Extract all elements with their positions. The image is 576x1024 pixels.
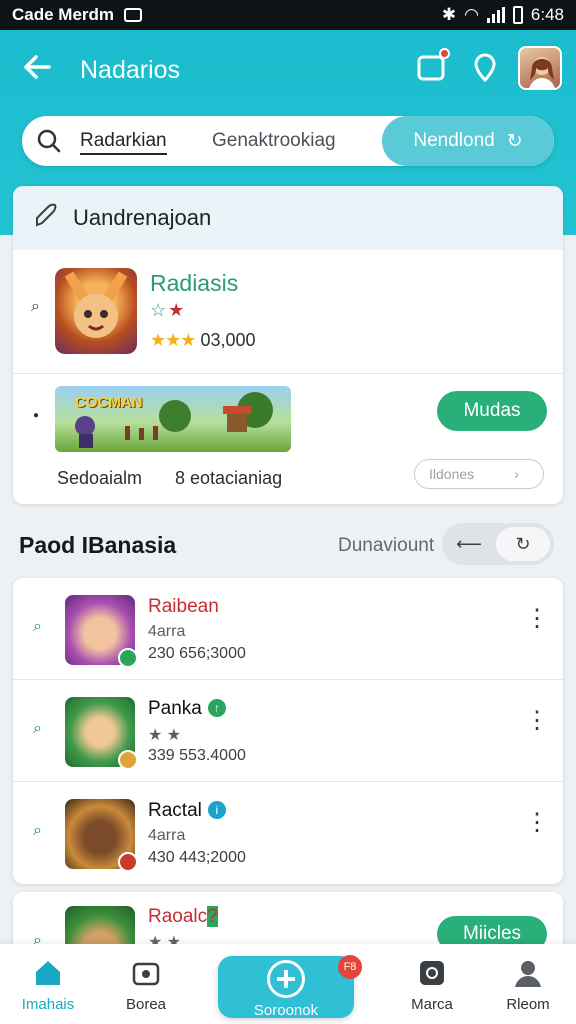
signal-icon	[486, 7, 505, 23]
nav-home-label: Imahais	[21, 996, 75, 1013]
status-badge	[118, 750, 138, 770]
carrier-name: Cade Merdm	[12, 5, 115, 24]
search-button[interactable]: Nendlond ↻	[382, 116, 554, 166]
store-icon	[131, 958, 161, 988]
center-action-badge: F8	[338, 955, 362, 979]
pin-icon: ⌕	[33, 618, 42, 635]
notification-icon	[124, 8, 143, 22]
app-name: Panka ↑	[148, 698, 226, 720]
media-icon	[417, 958, 447, 988]
app-name: Ractal i	[148, 800, 226, 822]
center-action-button[interactable]: Soroonok	[218, 956, 354, 1019]
center-action-label: Soroonok	[253, 1002, 319, 1019]
search-button-label: Nendlond	[413, 130, 495, 151]
nav-store-label: Borea	[125, 996, 167, 1013]
featured-app-name: Radiasis	[150, 270, 239, 296]
plus-icon	[267, 960, 305, 998]
location-pin-icon[interactable]	[468, 50, 502, 84]
rating-row: ★★★ 03,000	[150, 330, 256, 351]
profile-icon	[513, 958, 543, 988]
featured-card: Uandrenajoan ⌕ Radiasis ☆★ ★★★ 03,000 ● …	[13, 186, 563, 504]
featured-header: Uandrenajoan	[13, 186, 563, 250]
nav-store[interactable]: Borea	[98, 958, 194, 1013]
featured-banner[interactable]: COCMAN	[55, 386, 291, 452]
up-arrow-icon: ↑	[207, 699, 226, 717]
featured-app[interactable]: ⌕ Radiasis ☆★ ★★★ 03,000	[13, 250, 563, 374]
featured-footer-left: Sedoaialm	[57, 468, 143, 488]
app-subtitle: 4arra	[148, 827, 186, 844]
search-input[interactable]: Radarkian	[80, 130, 167, 155]
more-icon[interactable]: ⋮	[525, 709, 549, 733]
pin-icon: ⌕	[33, 720, 42, 737]
featured-small-button[interactable]: Ildones ›	[414, 459, 544, 489]
app-subtitle: ★ ★	[148, 727, 182, 744]
app-name: Raoalc?	[148, 906, 218, 927]
bullet-icon: ●	[33, 410, 40, 421]
section-title: Paod IBanasia	[19, 532, 177, 558]
status-icons: ✱ ◠ 6:48	[442, 5, 564, 25]
notification-icon[interactable]	[414, 48, 450, 84]
nav-media-label: Marca	[411, 996, 453, 1013]
question-icon: ?	[207, 906, 218, 927]
refresh-icon[interactable]: ↻	[496, 527, 550, 561]
refresh-icon: ↻	[506, 130, 523, 152]
app-meta: 339 553.4000	[148, 747, 246, 764]
nav-profile[interactable]: Rleom	[480, 958, 576, 1013]
notification-badge	[439, 48, 450, 59]
view-toggle[interactable]: ⟵ ↻	[442, 523, 554, 565]
featured-title: Uandrenajoan	[73, 205, 212, 230]
avatar[interactable]	[518, 46, 562, 90]
pin-icon: ⌕	[33, 822, 42, 839]
back-arrow-icon[interactable]	[22, 52, 52, 88]
more-icon[interactable]: ⋮	[525, 811, 549, 835]
info-icon: i	[207, 801, 226, 819]
list-item[interactable]: ⌕ Panka ↑ ★ ★ 339 553.4000 ⋮	[13, 680, 563, 782]
rating-stars: ☆★	[150, 300, 187, 320]
featured-action-button[interactable]: Mudas	[437, 391, 547, 431]
nav-profile-label: Rleom	[506, 996, 550, 1013]
rating-count: 03,000	[200, 330, 256, 350]
battery-icon	[512, 6, 523, 24]
clock: 6:48	[530, 5, 564, 24]
bluetooth-icon: ✱	[441, 5, 457, 24]
banner-text: COCMAN	[75, 394, 143, 411]
app-subtitle: 4arra	[148, 623, 186, 640]
list-item[interactable]: ⌕ Raibean 4arra 230 656;3000 ⋮	[13, 578, 563, 680]
app-name: Raibean	[148, 596, 219, 617]
page-title: Nadarios	[80, 56, 181, 84]
app-thumbnail	[55, 268, 137, 354]
wifi-icon: ◠	[464, 5, 479, 24]
app-list: ⌕ Raibean 4arra 230 656;3000 ⋮ ⌕ Panka ↑ …	[13, 578, 563, 884]
small-button-label: Ildones	[429, 466, 475, 482]
search-bar[interactable]: Radarkian Genaktrookiag Nendlond ↻	[22, 116, 554, 166]
section-link[interactable]: Dunaviount	[338, 535, 434, 557]
rocket-icon	[33, 203, 59, 234]
nav-home[interactable]: Imahais	[0, 958, 96, 1013]
app-meta: 430 443;2000	[148, 849, 246, 866]
back-arrow-icon[interactable]: ⟵	[442, 534, 496, 555]
search-placeholder: Genaktrookiag	[212, 130, 336, 151]
status-badge	[118, 852, 138, 872]
more-icon[interactable]: ⋮	[525, 607, 549, 631]
list-item[interactable]: ⌕ Ractal i 4arra 430 443;2000 ⋮	[13, 782, 563, 884]
app-thumbnail	[65, 697, 138, 770]
status-badge	[118, 648, 138, 668]
status-bar: Cade Merdm ✱ ◠ 6:48	[0, 0, 576, 30]
nav-media[interactable]: Marca	[384, 958, 480, 1013]
app-thumbnail	[65, 799, 138, 872]
search-icon	[36, 128, 62, 159]
star-icon: ★★★	[150, 330, 196, 350]
featured-footer-right: 8 eotacianiag	[175, 468, 283, 488]
app-meta: 230 656;3000	[148, 645, 246, 662]
home-icon	[33, 958, 63, 988]
pin-icon: ⌕	[31, 298, 40, 315]
chevron-icon: ›	[514, 466, 519, 482]
app-thumbnail	[65, 595, 138, 668]
